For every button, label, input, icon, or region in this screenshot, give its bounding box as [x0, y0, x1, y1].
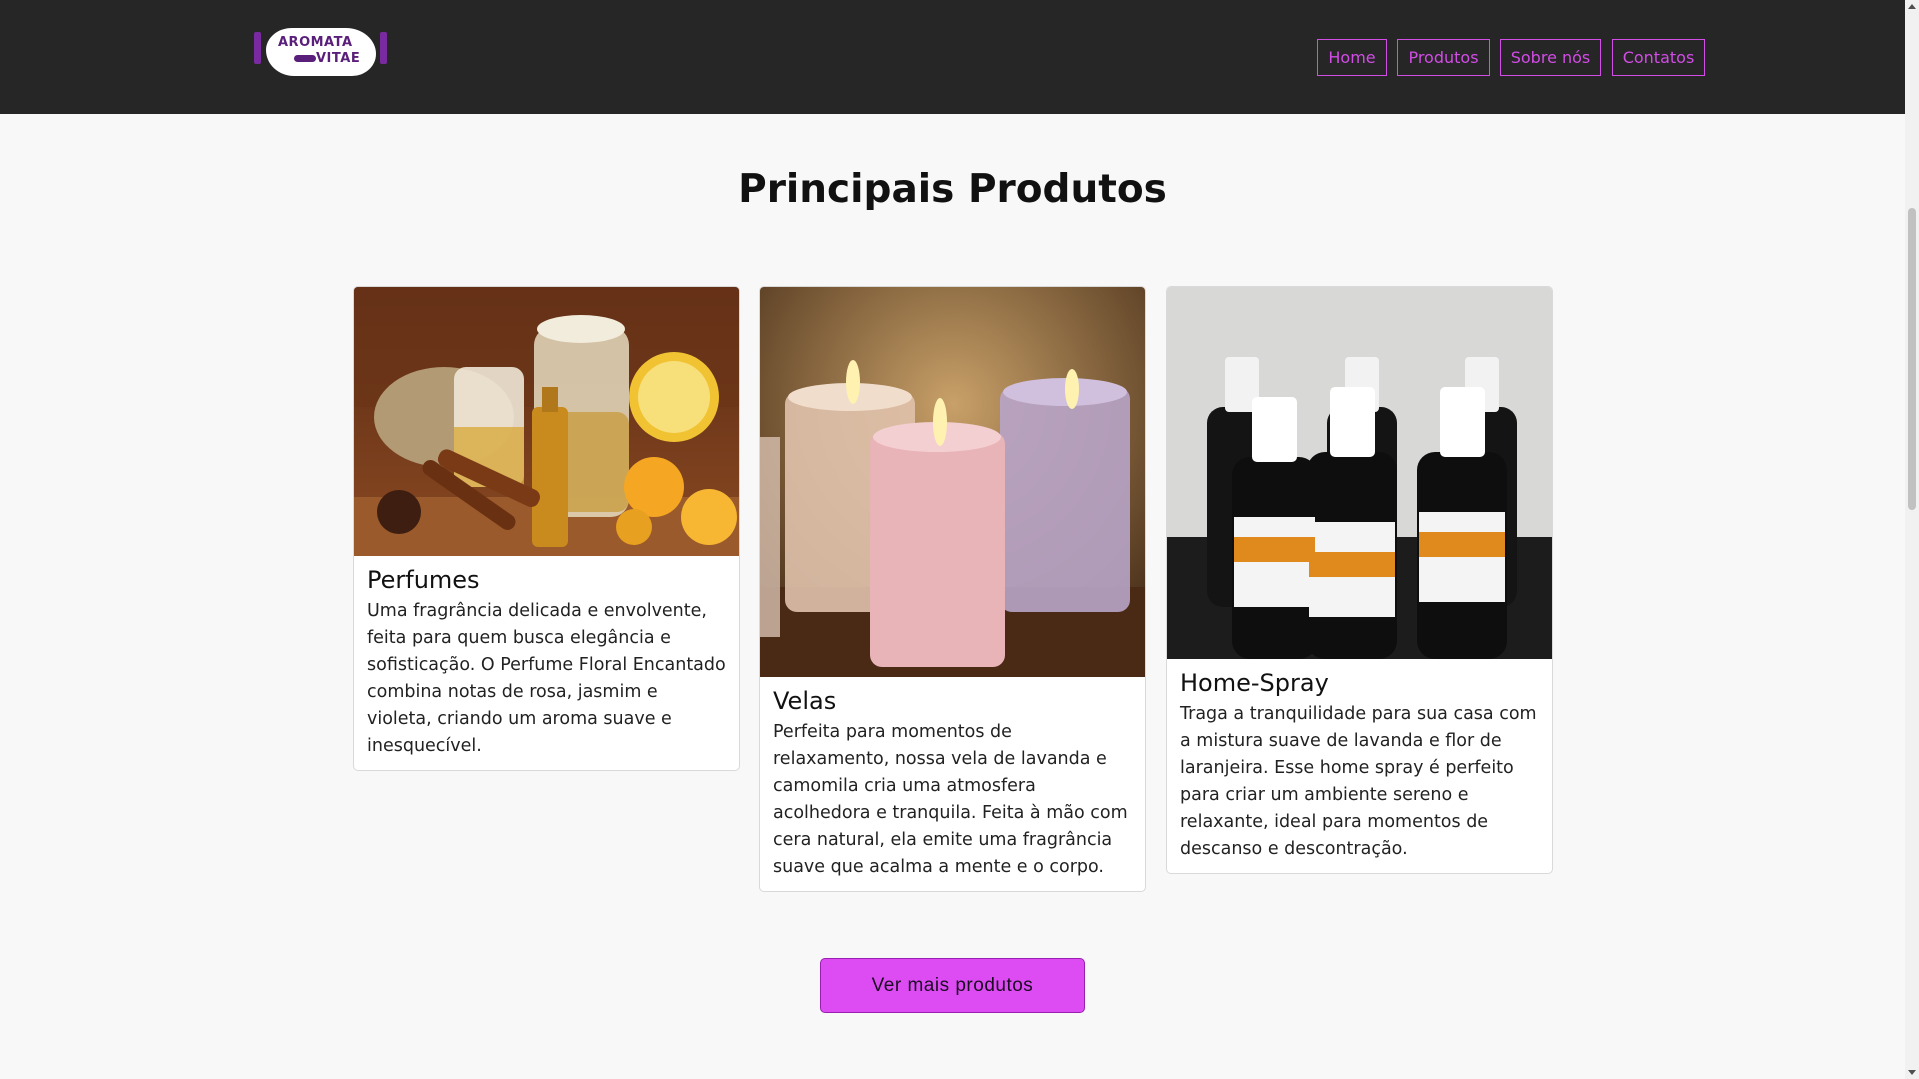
nav-produtos[interactable]: Produtos — [1397, 39, 1490, 76]
scroll-up-icon[interactable] — [1908, 4, 1916, 9]
vertical-scrollbar[interactable] — [1905, 0, 1919, 1079]
brand-logo[interactable]: AROMATA VITAE — [254, 28, 388, 78]
card-description: Uma fragrância delicada e envolvente, fe… — [367, 601, 726, 756]
card-description: Traga a tranquilidade para sua casa com … — [1180, 704, 1537, 859]
card-title: Home-Spray — [1180, 669, 1329, 697]
card-title: Perfumes — [367, 566, 480, 594]
scrollbar-thumb[interactable] — [1908, 208, 1916, 510]
nav-home[interactable]: Home — [1317, 39, 1387, 76]
logo-text-bottom: VITAE — [316, 51, 361, 66]
card-description: Perfeita para momentos de relaxamento, n… — [773, 722, 1128, 877]
page: AROMATA VITAE Home Produtos Sobre nós Co… — [0, 0, 1919, 1079]
logo-pill — [294, 55, 316, 62]
home-spray-image — [1167, 287, 1552, 659]
product-card-perfumes[interactable]: Perfumes Uma fragrância delicada e envol… — [353, 286, 740, 771]
scroll-down-icon[interactable] — [1908, 1070, 1916, 1075]
card-title: Velas — [773, 687, 837, 715]
nav-contatos[interactable]: Contatos — [1612, 39, 1705, 76]
page-title: Principais Produtos — [738, 167, 1167, 212]
card-body: Perfumes Uma fragrância delicada e envol… — [354, 556, 739, 770]
logo-left-bar — [254, 32, 261, 64]
nav-sobre-nos[interactable]: Sobre nós — [1500, 39, 1601, 76]
product-card-velas[interactable]: Velas Perfeita para momentos de relaxame… — [759, 286, 1146, 892]
logo-right-bar — [380, 32, 387, 64]
logo-text-top: AROMATA — [278, 35, 353, 50]
velas-image — [760, 287, 1145, 677]
product-card-home-spray[interactable]: Home-Spray Traga a tranquilidade para su… — [1166, 286, 1553, 874]
card-body: Velas Perfeita para momentos de relaxame… — [760, 677, 1145, 891]
site-header: AROMATA VITAE Home Produtos Sobre nós Co… — [0, 0, 1905, 114]
card-body: Home-Spray Traga a tranquilidade para su… — [1167, 659, 1552, 873]
see-more-products-button[interactable]: Ver mais produtos — [820, 958, 1085, 1013]
perfumes-image — [354, 287, 739, 556]
